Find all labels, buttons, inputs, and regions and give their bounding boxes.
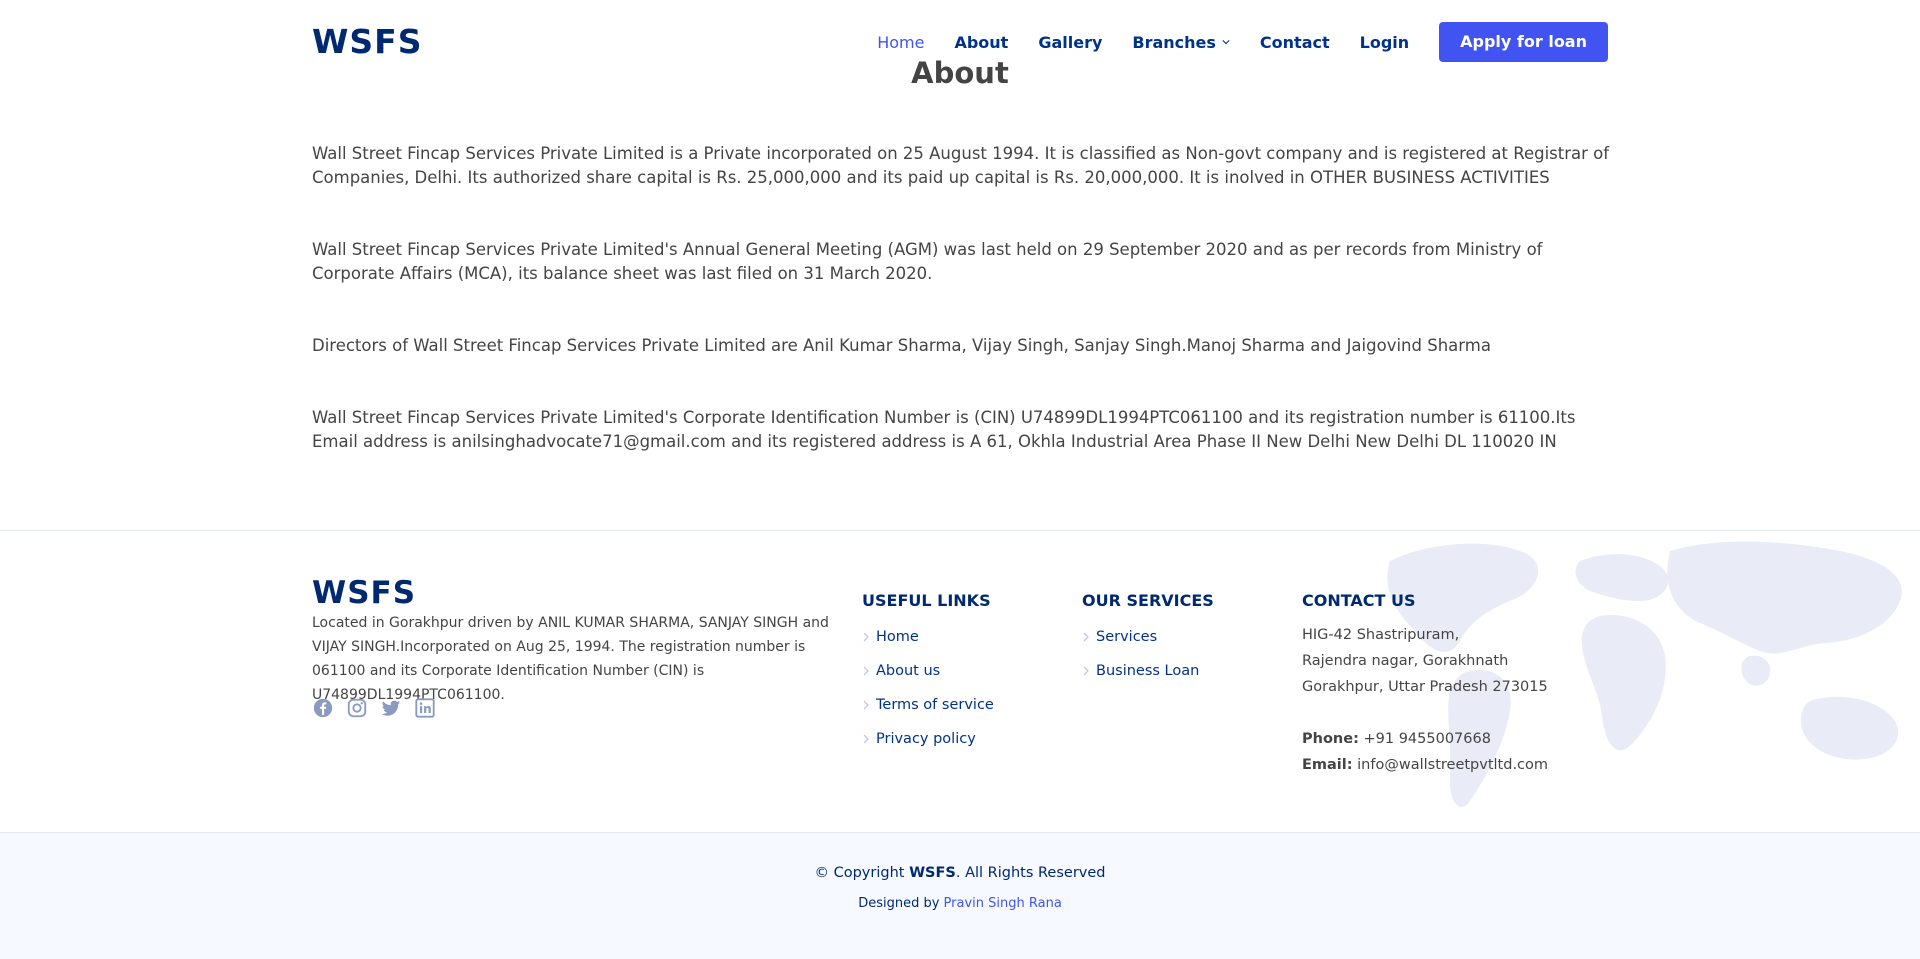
footer-link-label: Home (876, 629, 919, 645)
footer-link-about-us[interactable]: About us (862, 654, 994, 688)
designer-credit: Designed by Pravin Singh Rana (0, 896, 1920, 911)
nav-login[interactable]: Login (1360, 33, 1410, 52)
footer-link-business-loan[interactable]: Business Loan (1082, 654, 1214, 688)
footer-link-home[interactable]: Home (862, 620, 994, 654)
footer-link-label: Business Loan (1096, 663, 1200, 679)
useful-links-title: USEFUL LINKS (862, 591, 991, 610)
contact-address-line: HIG-42 Shastripuram, (1302, 627, 1460, 643)
contact-column: CONTACT US HIG-42 Shastripuram, Rajendra… (1302, 591, 1548, 778)
page-title: About (911, 56, 1009, 90)
social-links (312, 697, 448, 719)
footer-link-services[interactable]: Services (1082, 620, 1214, 654)
copyright-prefix: © Copyright (814, 865, 905, 881)
chevron-right-icon (1083, 632, 1089, 642)
chevron-right-icon (863, 632, 869, 642)
footer-link-privacy[interactable]: Privacy policy (862, 722, 994, 756)
chevron-down-icon (1222, 40, 1230, 45)
footer-link-label: Terms of service (876, 697, 994, 713)
useful-links-column: USEFUL LINKS Home About us Terms of serv… (862, 591, 994, 756)
nav-about[interactable]: About (954, 33, 1008, 52)
designed-by-label: Designed by (858, 896, 940, 911)
nav-home[interactable]: Home (877, 33, 924, 52)
nav-branches[interactable]: Branches (1132, 33, 1230, 52)
designer-link[interactable]: Pravin Singh Rana (944, 896, 1062, 911)
about-paragraph: Wall Street Fincap Services Private Limi… (312, 408, 1576, 451)
footer-link-label: About us (876, 663, 941, 679)
nav-branches-label: Branches (1132, 32, 1216, 52)
linkedin-icon[interactable] (414, 697, 436, 719)
contact-title: CONTACT US (1302, 591, 1416, 610)
footer-logo[interactable]: WSFS (312, 575, 416, 611)
footer-link-label: Services (1096, 629, 1158, 645)
phone-label: Phone: (1302, 731, 1359, 747)
contact-email: Email: info@wallstreetpvtltd.com (1302, 752, 1548, 778)
about-paragraph: Directors of Wall Street Fincap Services… (312, 336, 1491, 355)
site-footer: WSFS Located in Gorakhpur driven by ANIL… (0, 530, 1920, 832)
instagram-icon[interactable] (346, 697, 368, 719)
footer-link-label: Privacy policy (876, 731, 976, 747)
nav-contact[interactable]: Contact (1260, 33, 1330, 52)
footer-description: Located in Gorakhpur driven by ANIL KUMA… (312, 615, 829, 703)
copyright-suffix: . All Rights Reserved (955, 865, 1106, 881)
about-paragraph: Wall Street Fincap Services Private Limi… (312, 144, 1610, 187)
chevron-right-icon (863, 666, 869, 676)
contact-phone: Phone: +91 9455007668 (1302, 726, 1548, 752)
contact-address-line: Rajendra nagar, Gorakhnath (1302, 653, 1509, 669)
chevron-right-icon (863, 734, 869, 744)
email-label: Email: (1302, 757, 1353, 773)
email-value: info@wallstreetpvtltd.com (1357, 757, 1549, 773)
contact-address-line: Gorakhpur, Uttar Pradesh 273015 (1302, 679, 1548, 695)
phone-value: +91 9455007668 (1363, 731, 1491, 747)
about-section: Wall Street Fincap Services Private Limi… (312, 142, 1612, 502)
chevron-right-icon (1083, 666, 1089, 676)
footer-link-terms[interactable]: Terms of service (862, 688, 994, 722)
services-title: OUR SERVICES (1082, 591, 1214, 610)
facebook-icon[interactable] (312, 697, 334, 719)
copyright-text: © Copyright WSFS. All Rights Reserved (0, 865, 1920, 881)
nav-gallery[interactable]: Gallery (1038, 33, 1102, 52)
services-column: OUR SERVICES Services Business Loan (1082, 591, 1214, 688)
twitter-icon[interactable] (380, 697, 402, 719)
about-paragraph: Wall Street Fincap Services Private Limi… (312, 240, 1543, 283)
copyright-brand: WSFS (909, 865, 956, 881)
chevron-right-icon (863, 700, 869, 710)
copyright-bar: © Copyright WSFS. All Rights Reserved De… (0, 832, 1920, 959)
